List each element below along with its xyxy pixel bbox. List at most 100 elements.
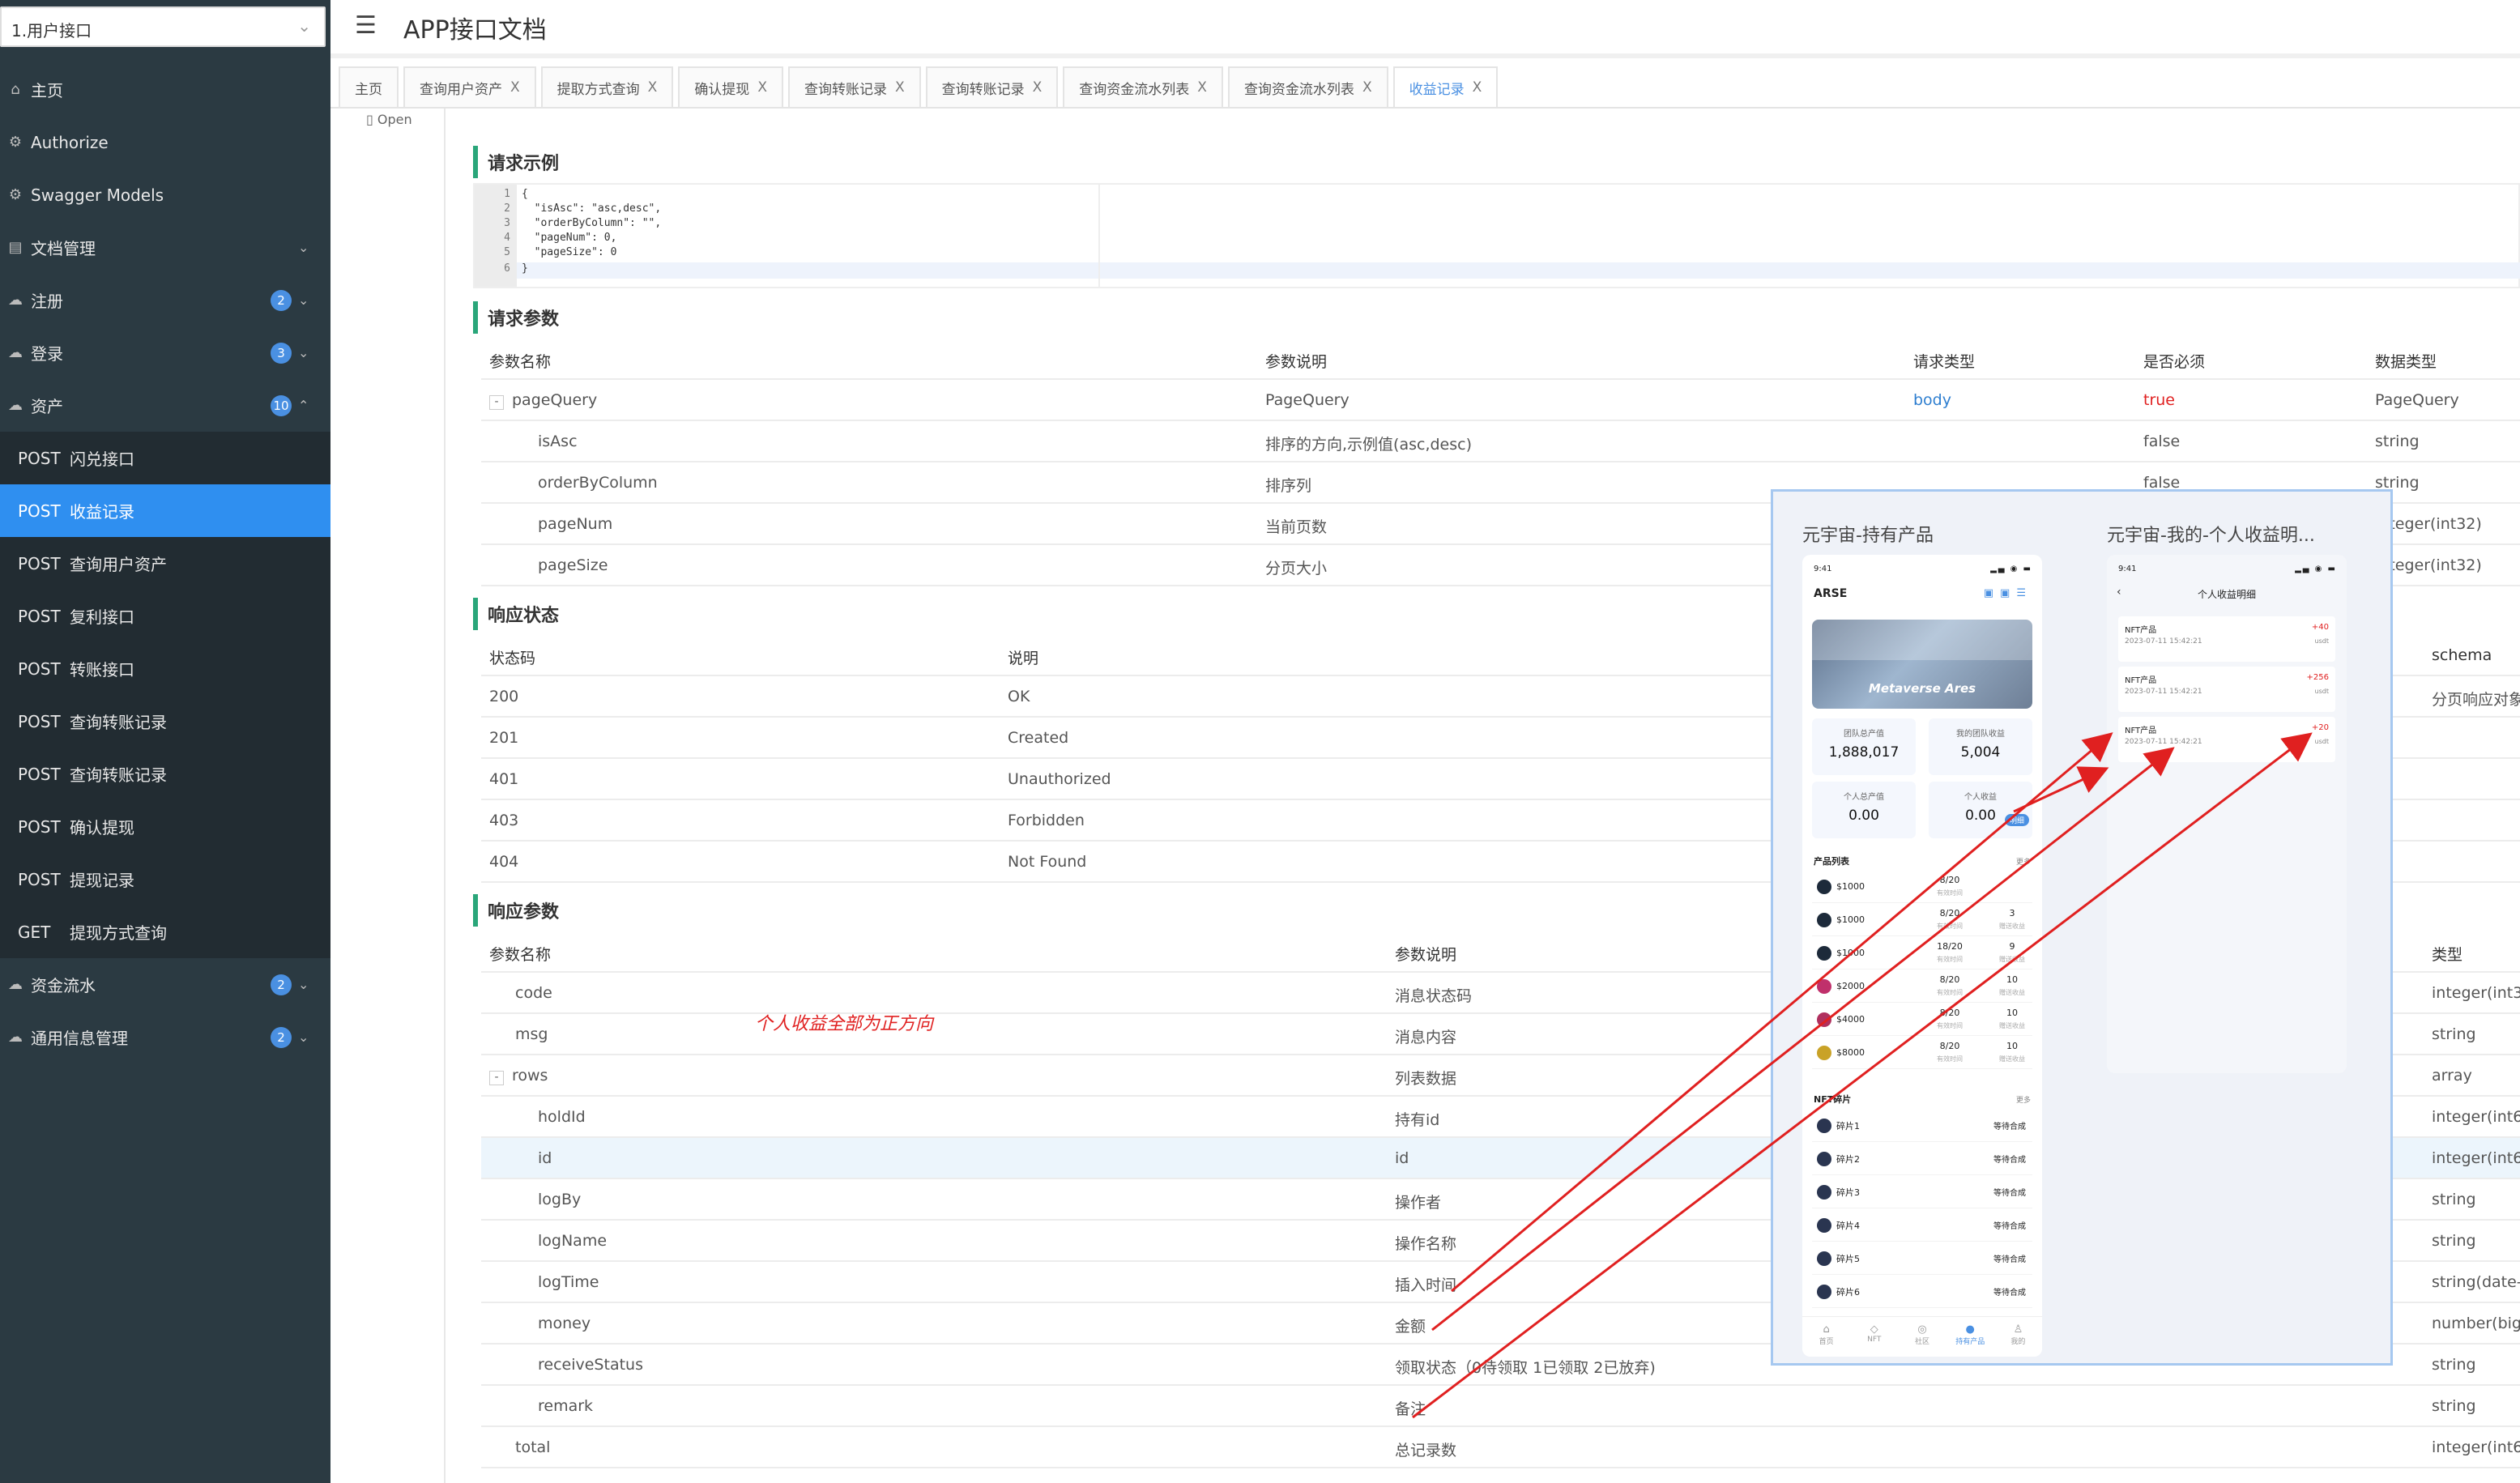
data-type: string(date-time) bbox=[2432, 1273, 2520, 1291]
line-number: 5 bbox=[504, 246, 510, 258]
cloud-icon: ☁ bbox=[8, 397, 23, 414]
product-price: $1000 bbox=[1836, 881, 1865, 892]
close-icon[interactable]: X bbox=[1033, 79, 1043, 96]
cloud-icon: ☁ bbox=[8, 344, 23, 361]
document-icon: ▤ bbox=[8, 239, 23, 256]
fragment-avatar bbox=[1817, 1285, 1831, 1299]
tab[interactable]: 查询资金流水列表 X bbox=[1227, 66, 1388, 107]
column-header: 是否必须 bbox=[2143, 353, 2206, 371]
sidebar-item-assets[interactable]: ☁ 资产 10 ⌃ bbox=[0, 379, 330, 432]
product-days: 9 bbox=[2009, 941, 2015, 952]
api-name: 提现记录 bbox=[70, 871, 134, 890]
stat-value: 5,004 bbox=[1960, 744, 2001, 761]
product-avatar bbox=[1817, 913, 1831, 927]
products-more-link[interactable]: 更多 bbox=[2016, 856, 2031, 867]
sidebar-item-docs[interactable]: ▤ 文档管理 ⌄ bbox=[0, 221, 330, 274]
menu-toggle-icon[interactable]: ☰ bbox=[355, 11, 377, 40]
param-name: pageNum bbox=[538, 515, 613, 533]
column-header: 参数名称 bbox=[489, 353, 552, 371]
code-line: { bbox=[522, 188, 528, 200]
product-row: $8000 8/20 有效时间 10 赠送收益 bbox=[1812, 1037, 2032, 1069]
product-days: 10 bbox=[2006, 974, 2018, 985]
data-type: string bbox=[2432, 1025, 2476, 1043]
api-item[interactable]: POST 复利接口 bbox=[0, 590, 330, 642]
sidebar-item-register[interactable]: ☁ 注册 2 ⌄ bbox=[0, 274, 330, 326]
fragment-name: 碎片2 bbox=[1836, 1154, 1860, 1165]
api-item[interactable]: POST 转账接口 bbox=[0, 642, 330, 695]
status-desc: Forbidden bbox=[1008, 812, 1085, 829]
tab[interactable]: 查询资金流水列表 X bbox=[1063, 66, 1223, 107]
tab[interactable]: 查询转账记录 X bbox=[787, 66, 921, 107]
detail-pill-button[interactable]: 明细 bbox=[2004, 814, 2029, 826]
api-item[interactable]: POST 提现记录 bbox=[0, 853, 330, 906]
phone-tab-nft[interactable]: ◇ NFT bbox=[1850, 1317, 1898, 1357]
stat-label: 个人收益 bbox=[1964, 793, 1997, 802]
product-count: 8/20 bbox=[1939, 974, 1960, 985]
sidebar-item-swagger-models[interactable]: ⚙ Swagger Models bbox=[0, 168, 330, 221]
phone-tab-home[interactable]: ⌂ 首页 bbox=[1802, 1317, 1850, 1357]
api-item[interactable]: GET 提现方式查询 bbox=[0, 906, 330, 958]
status-desc: Unauthorized bbox=[1008, 770, 1111, 788]
api-item[interactable]: POST 查询转账记录 bbox=[0, 748, 330, 800]
status-icons: ▂▄ ◉ ▬ bbox=[1990, 565, 2032, 573]
code-divider bbox=[1098, 185, 1100, 287]
api-item[interactable]: POST 确认提现 bbox=[0, 800, 330, 853]
close-icon[interactable]: X bbox=[895, 79, 905, 96]
fragment-row: 碎片2 等待合成 bbox=[1812, 1142, 2032, 1175]
code-line: "isAsc": "asc,desc", bbox=[522, 202, 662, 215]
tab-active[interactable]: 收益记录 X bbox=[1392, 66, 1499, 107]
stat-label: 团队总产值 bbox=[1844, 730, 1884, 739]
collapse-toggle[interactable]: - bbox=[489, 1071, 504, 1085]
section-title-response-status: 响应状态 bbox=[473, 598, 559, 630]
collapse-toggle[interactable]: - bbox=[489, 395, 504, 410]
product-count-label: 有效时间 bbox=[1937, 1055, 1963, 1063]
api-group-select[interactable]: 1.用户接口 ⌄ bbox=[0, 6, 326, 47]
fragment-status: 等待合成 bbox=[1993, 1123, 2026, 1131]
open-label: Open bbox=[377, 112, 412, 127]
count-badge: 3 bbox=[271, 342, 292, 364]
close-icon[interactable]: X bbox=[648, 79, 658, 96]
tab[interactable]: 确认提现 X bbox=[678, 66, 783, 107]
product-days-label: 赠送收益 bbox=[1999, 1055, 2025, 1063]
data-type: string bbox=[2432, 1232, 2476, 1250]
tab[interactable]: 查询转账记录 X bbox=[925, 66, 1059, 107]
product-avatar bbox=[1817, 979, 1831, 994]
http-method: POST bbox=[18, 869, 61, 889]
holdings-icon: ● bbox=[1965, 1323, 1975, 1336]
sidebar-item-common[interactable]: ☁ 通用信息管理 2 ⌄ bbox=[0, 1011, 330, 1063]
api-item[interactable]: POST 查询转账记录 bbox=[0, 695, 330, 748]
tab-home[interactable]: 主页 bbox=[339, 66, 399, 107]
close-icon[interactable]: X bbox=[1473, 79, 1482, 96]
chevron-down-icon: ⌄ bbox=[298, 977, 309, 992]
sidebar-item-home[interactable]: ⌂ 主页 bbox=[0, 63, 330, 116]
close-icon[interactable]: X bbox=[1197, 79, 1207, 96]
tab-label: 查询转账记录 bbox=[804, 81, 887, 98]
sidebar-item-login[interactable]: ☁ 登录 3 ⌄ bbox=[0, 326, 330, 379]
line-number: 1 bbox=[504, 188, 510, 200]
status-time: 9:41 bbox=[1814, 565, 1832, 573]
phone-tab-mine[interactable]: ♙ 我的 bbox=[1994, 1317, 2042, 1357]
api-item[interactable]: POST 闪兑接口 bbox=[0, 432, 330, 484]
tab[interactable]: 提取方式查询 X bbox=[540, 66, 674, 107]
api-item[interactable]: POST 查询用户资产 bbox=[0, 537, 330, 590]
api-item-active[interactable]: POST 收益记录 bbox=[0, 484, 330, 537]
phone-tab-community[interactable]: ◎ 社区 bbox=[1898, 1317, 1946, 1357]
overlay-title-right: 元宇宙-我的-个人收益明... bbox=[2107, 526, 2315, 546]
tab[interactable]: 查询用户资产 X bbox=[403, 66, 536, 107]
product-avatar bbox=[1817, 1012, 1831, 1027]
close-icon[interactable]: X bbox=[1362, 79, 1372, 96]
phone-tab-holdings[interactable]: ● 持有产品 bbox=[1946, 1317, 1994, 1357]
close-icon[interactable]: X bbox=[510, 79, 520, 96]
fragments-more-link[interactable]: 更多 bbox=[2016, 1094, 2031, 1105]
section-title-request-example: 请求示例 bbox=[473, 146, 559, 178]
sidebar-item-authorize[interactable]: ⚙ Authorize bbox=[0, 116, 330, 168]
open-link[interactable]: ▯ Open bbox=[366, 112, 412, 127]
code-editor[interactable]: 1 2 3 4 5 6 { "isAsc": "asc,desc", "orde… bbox=[473, 183, 2520, 288]
close-icon[interactable]: X bbox=[757, 79, 767, 96]
phone-holdings: 9:41 ▂▄ ◉ ▬ ARSE ▣▣☰ Metaverse Ares 团队总产… bbox=[1802, 555, 2042, 1357]
sidebar-item-cashflow[interactable]: ☁ 资金流水 2 ⌄ bbox=[0, 958, 330, 1011]
table-header: 参数名称 参数说明 请求类型 是否必须 数据类型 bbox=[481, 339, 2520, 380]
income-title: NFT产品 bbox=[2125, 626, 2157, 635]
fragments-title: NFT碎片 bbox=[1814, 1094, 1852, 1105]
income-amount: +256 bbox=[2306, 673, 2329, 682]
